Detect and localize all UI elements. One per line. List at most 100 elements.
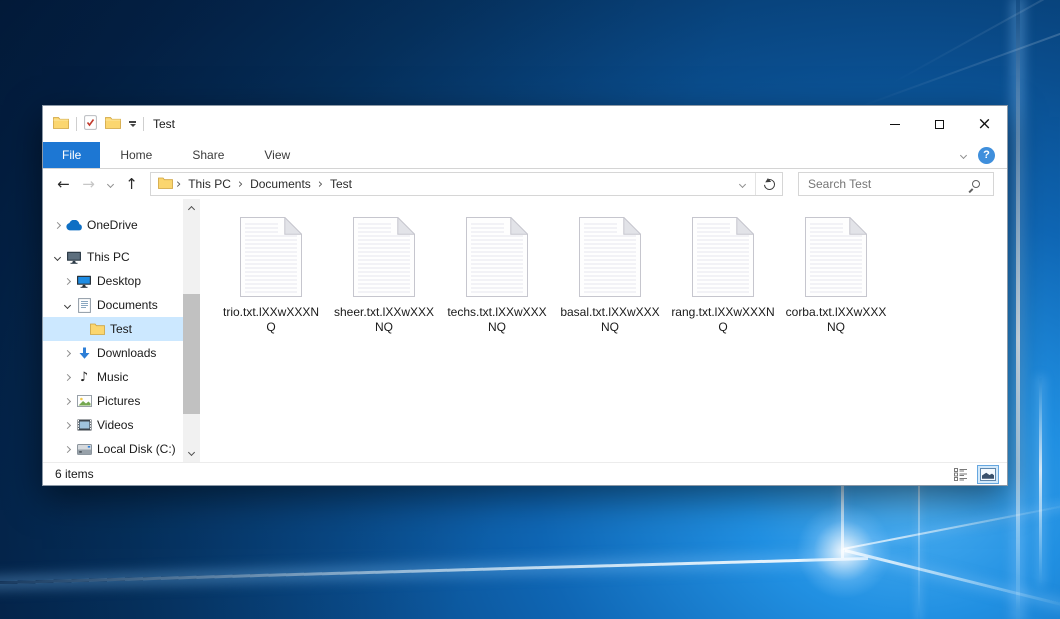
search-input[interactable] [808,177,972,191]
sidebar-item-music[interactable]: ♪ Music [43,365,183,389]
forward-button[interactable]: → [76,177,101,192]
wallpaper-light-beam [857,18,1060,109]
recent-locations-button[interactable] [101,182,119,187]
sidebar-item-local-disk-c[interactable]: Local Disk (C:) [43,437,183,461]
text-file-icon [579,217,641,297]
ribbon-collapse-chevron-icon[interactable] [960,151,967,158]
search-icon[interactable] [972,180,980,188]
maximize-button[interactable] [917,106,962,142]
expander-collapsed[interactable] [61,423,74,428]
sidebar-item-downloads[interactable]: Downloads [43,341,183,365]
toolbar-separator [143,117,144,131]
text-file-icon [353,217,415,297]
details-view-button[interactable] [950,465,972,484]
text-file-icon [692,217,754,297]
sidebar-item-test[interactable]: Test [43,317,183,341]
tab-share[interactable]: Share [175,142,241,168]
music-note-icon: ♪ [74,371,94,384]
wallpaper-light-beam [1039,378,1042,583]
scroll-down-button[interactable] [183,445,200,462]
file-item[interactable]: basal.txt.lXXwXXXNQ [558,217,662,335]
file-name: sheer.txt.lXXwXXXNQ [332,305,436,335]
wallpaper-glow [796,503,892,599]
tree-scrollbar[interactable] [183,199,200,462]
breadcrumb-separator: › [173,178,184,191]
file-item[interactable]: corba.txt.lXXwXXXNQ [784,217,888,335]
file-name: trio.txt.lXXwXXXNQ [219,305,323,335]
expander-collapsed[interactable] [61,279,74,284]
breadcrumb-folder-icon [158,177,173,192]
file-item[interactable]: trio.txt.lXXwXXXNQ [219,217,323,335]
checked-document-icon[interactable] [84,115,97,133]
minimize-icon [890,124,900,125]
file-item[interactable]: rang.txt.lXXwXXXNQ [671,217,775,335]
text-file-icon [805,217,867,297]
large-icons-view-button[interactable] [977,465,999,484]
close-button[interactable]: × [962,106,1007,142]
back-button[interactable]: ← [51,177,76,192]
address-dropdown-button[interactable] [729,173,755,195]
help-icon[interactable]: ? [978,147,995,164]
expander-collapsed[interactable] [61,375,74,380]
onedrive-cloud-icon [64,220,84,231]
chevron-down-icon [188,448,195,455]
address-bar[interactable]: › This PC › Documents › Test [150,172,783,196]
wallpaper-light-beam [0,557,868,585]
toolbar-dropdown-icon[interactable] [129,121,136,126]
file-grid[interactable]: trio.txt.lXXwXXXNQ sheer.txt.lXXwXXXNQ t… [200,199,1007,462]
search-box[interactable] [798,172,994,196]
items-count: 6 items [55,467,94,481]
scrollbar-thumb[interactable] [183,294,200,414]
disk-icon [74,444,94,455]
file-name: basal.txt.lXXwXXXNQ [558,305,662,335]
status-bar: 6 items [43,462,1007,485]
folder-icon[interactable] [53,116,69,132]
refresh-button[interactable] [756,173,782,195]
title-bar: Test × [43,106,1007,142]
desktop-background[interactable]: Test × File Home Share View ? ← → [0,0,1060,619]
sidebar-item-onedrive[interactable]: OneDrive [43,213,183,237]
videos-icon [74,419,94,431]
ribbon-tab-strip: File Home Share View ? [43,142,1007,169]
wallpaper-light-beam [843,502,1060,550]
window-title: Test [153,117,175,131]
sidebar-item-videos[interactable]: Videos [43,413,183,437]
downloads-arrow-icon [74,347,94,360]
up-button[interactable]: ↑ [119,177,144,192]
breadcrumb-item-documents[interactable]: Documents [246,177,315,191]
tab-home[interactable]: Home [103,142,169,168]
tab-file[interactable]: File [43,142,100,168]
sidebar-item-documents[interactable]: Documents [43,293,183,317]
tab-view[interactable]: View [247,142,307,168]
chevron-up-icon [188,205,195,212]
wallpaper-light-beam [889,0,1060,86]
navigation-bar: ← → ↑ › This PC › Documents › Test [43,169,1007,199]
file-item[interactable]: sheer.txt.lXXwXXXNQ [332,217,436,335]
expander-expanded[interactable] [61,303,74,308]
text-file-icon [466,217,528,297]
expander-collapsed[interactable] [61,447,74,452]
close-icon: × [977,116,991,133]
expander-expanded[interactable] [51,255,64,260]
expander-collapsed[interactable] [51,223,64,228]
sidebar-item-this-pc[interactable]: This PC [43,245,183,269]
breadcrumb-item-this-pc[interactable]: This PC [184,177,235,191]
folder-icon[interactable] [105,116,121,132]
window-controls: × [872,106,1007,142]
file-item[interactable]: techs.txt.lXXwXXXNQ [445,217,549,335]
scroll-up-button[interactable] [183,199,200,216]
minimize-button[interactable] [872,106,917,142]
desktop-icon [74,275,94,288]
wallpaper-light-beam [845,549,1060,608]
chevron-down-icon [106,180,113,187]
wallpaper-light-beam [918,480,920,619]
sidebar-item-pictures[interactable]: Pictures [43,389,183,413]
sidebar-item-desktop[interactable]: Desktop [43,269,183,293]
expander-collapsed[interactable] [61,351,74,356]
computer-icon [64,251,84,264]
expander-collapsed[interactable] [61,399,74,404]
breadcrumb-item-test[interactable]: Test [326,177,356,191]
pictures-icon [74,395,94,407]
file-name: techs.txt.lXXwXXXNQ [445,305,549,335]
text-file-icon [240,217,302,297]
